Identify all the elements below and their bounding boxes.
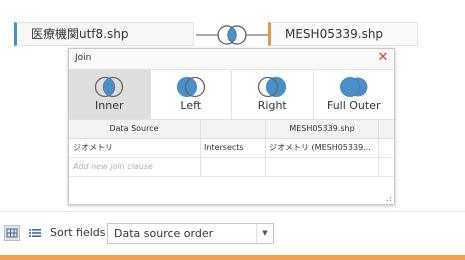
join-type-right[interactable]: Right [232,70,314,119]
join-type-label: Left [180,99,202,112]
left-table-pill[interactable]: 医療機関utf8.shp [14,22,194,46]
join-clause-grid: Data Source MESH05339.shp ジオメトリ Intersec… [69,120,394,177]
join-clause-header-row: Data Source MESH05339.shp [69,120,394,139]
join-operator[interactable]: Intersects [200,139,264,157]
right-source-header: MESH05339.shp [265,120,378,138]
grid-view-icon[interactable] [4,225,20,241]
list-view-icon[interactable] [27,225,43,241]
inner-join-icon [217,25,247,45]
sort-fields-value: Data source order [114,227,214,240]
left-source-header: Data Source [109,124,159,133]
join-type-selector: Inner Left Right Full Outer [69,70,394,120]
right-table-name: MESH05339.shp [285,27,384,41]
right-join-icon [258,76,287,98]
join-clause-row[interactable]: ジオメトリ Intersects ジオメトリ (MESH05339... [69,139,394,158]
add-row-right-cell [265,158,378,176]
join-connector[interactable] [196,22,268,48]
header-spacer [378,120,395,138]
join-dialog-header: Join ✕ [69,49,394,70]
sort-fields-label: Sort fields [50,226,106,239]
add-join-clause-input[interactable]: Add new join clause [69,158,199,176]
join-type-label: Full Outer [326,99,381,112]
close-icon[interactable]: ✕ [376,50,390,66]
left-table-name: 医療機関utf8.shp [31,27,129,41]
left-join-icon [176,76,205,98]
add-row-operator-cell [200,158,265,176]
add-join-clause-row[interactable]: Add new join clause [69,158,394,177]
right-table-pill[interactable]: MESH05339.shp [268,22,418,46]
join-type-left[interactable]: Left [151,70,232,119]
resize-grip-icon[interactable] [384,194,392,202]
row-spacer [378,139,395,157]
add-row-spacer [378,158,395,176]
join-type-label: Right [257,99,287,112]
data-grid-header-bar [0,255,465,260]
full-outer-join-icon [339,77,368,97]
divider [0,211,465,212]
join-type-full-outer[interactable]: Full Outer [314,70,395,119]
sort-fields-select[interactable]: Data source order ▼ [107,223,274,244]
operator-header [200,120,265,138]
join-dialog-title: Join [75,53,92,63]
right-field[interactable]: ジオメトリ (MESH05339... [265,139,377,157]
chevron-down-icon[interactable]: ▼ [256,224,273,243]
join-type-inner[interactable]: Inner [69,70,151,119]
inner-join-icon [95,76,124,98]
left-field[interactable]: ジオメトリ [69,139,199,157]
join-dialog: Join ✕ Inner Left Right Full Outer Data … [68,48,395,205]
join-type-label: Inner [95,99,124,112]
